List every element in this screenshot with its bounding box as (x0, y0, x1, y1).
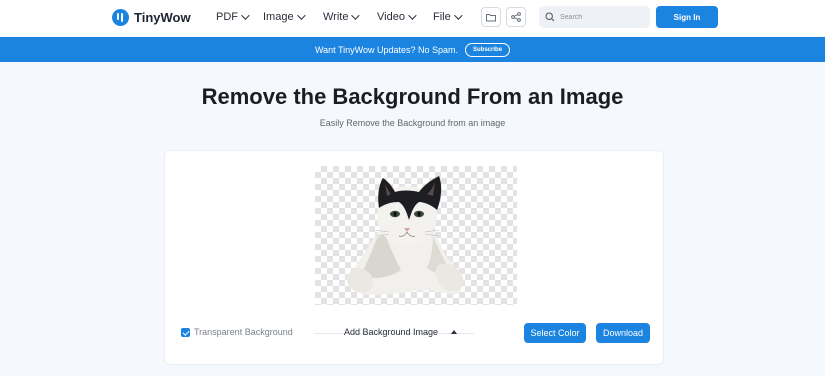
chevron-down-icon (296, 11, 306, 20)
banner-text: Want TinyWow Updates? No Spam. (314, 44, 459, 55)
download-button[interactable]: Download (596, 323, 650, 343)
page-subtitle: Easily Remove the Background from an ima… (319, 118, 506, 128)
folder-icon (486, 14, 496, 22)
share-button[interactable] (506, 7, 526, 27)
nav-write[interactable]: Write (323, 11, 361, 23)
add-background-image-toggle[interactable]: Add Background Image (344, 327, 458, 337)
nav-file-label: File (433, 11, 451, 23)
nav-video-label: Video (377, 11, 405, 23)
nav-file[interactable]: File (433, 11, 463, 23)
cat-cutout-image (346, 176, 464, 295)
search-icon (545, 12, 555, 22)
search-input[interactable] (560, 13, 645, 21)
chevron-down-icon (453, 11, 463, 20)
updates-banner: Want TinyWow Updates? No Spam. Subscribe (0, 37, 825, 62)
page-title: Remove the Background From an Image (201, 84, 624, 109)
transparent-checkbox[interactable] (181, 328, 190, 337)
top-header: TinyWow PDF Image Write Video File Searc… (0, 0, 825, 36)
select-color-button[interactable]: Select Color (524, 323, 586, 343)
subscribe-button[interactable]: Subscribe (465, 42, 511, 57)
logo-icon (112, 9, 129, 26)
brand-name: TinyWow (134, 10, 191, 25)
caret-up-icon (451, 330, 458, 334)
nav-pdf[interactable]: PDF (216, 11, 250, 23)
chevron-down-icon (241, 11, 250, 20)
nav-write-label: Write (323, 11, 349, 23)
add-background-label: Add Background Image (344, 327, 439, 337)
share-icon (511, 12, 521, 22)
nav-image[interactable]: Image (263, 11, 306, 23)
nav-image-label: Image (263, 11, 294, 23)
search-box[interactable] (539, 6, 650, 28)
nav-pdf-label: PDF (216, 11, 238, 23)
chevron-down-icon (351, 11, 361, 20)
nav-video[interactable]: Video (377, 11, 417, 23)
folder-button[interactable] (481, 7, 501, 27)
image-preview (315, 166, 517, 305)
editor-card: Transparent Background Add Background Im… (164, 150, 664, 365)
editor-controls: Transparent Background Add Background Im… (165, 323, 665, 343)
logo[interactable]: TinyWow (112, 9, 191, 26)
transparent-label[interactable]: Transparent Background (194, 327, 293, 337)
sign-in-button[interactable]: Sign In (656, 6, 718, 28)
chevron-down-icon (408, 11, 417, 20)
